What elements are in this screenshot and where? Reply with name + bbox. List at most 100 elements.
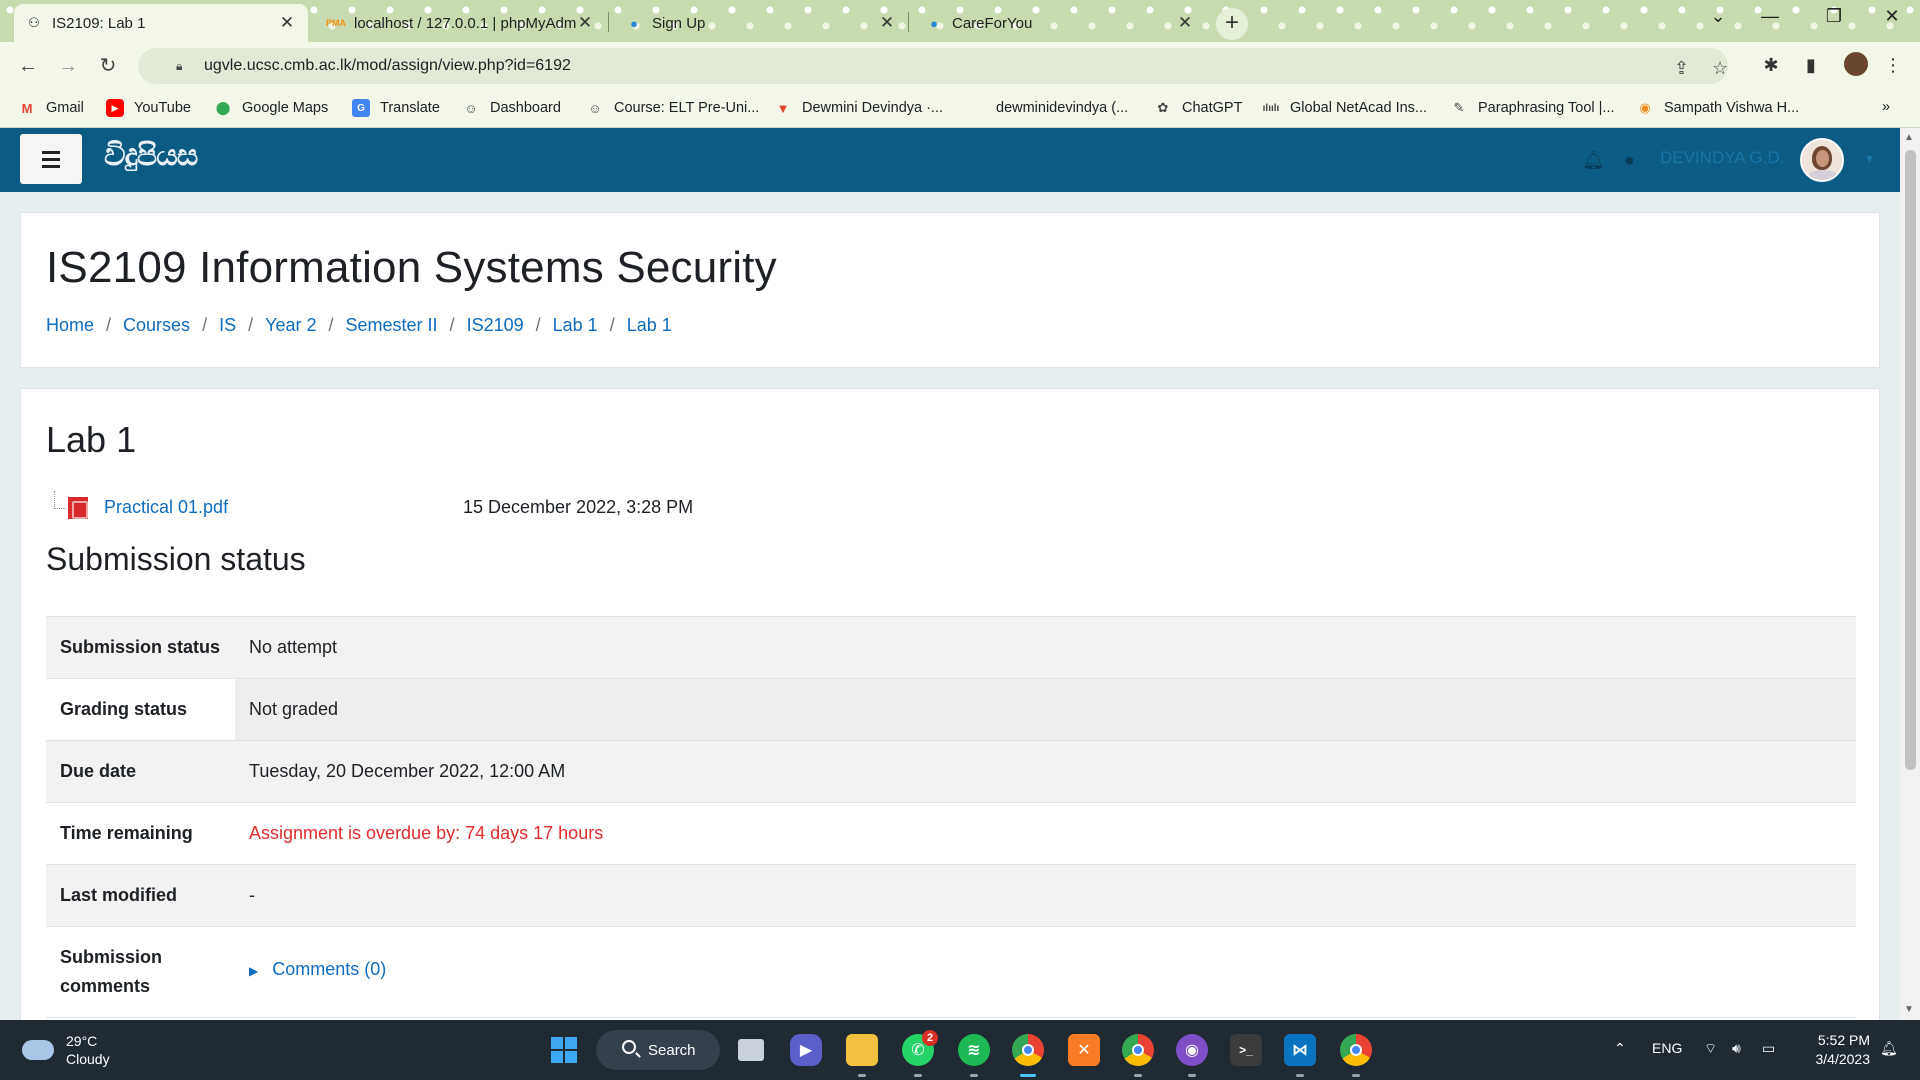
restore-icon[interactable]: ❐ [1812, 6, 1856, 27]
tray-chevron-icon[interactable]: ⌃ [1614, 1040, 1626, 1057]
scroll-down-icon[interactable]: ▼ [1904, 1004, 1914, 1015]
close-tab-icon[interactable]: ✕ [576, 13, 594, 33]
address-bar[interactable]: 🔒︎ ugvle.ucsc.cmb.ac.lk/mod/assign/view.… [138, 48, 1728, 84]
minimize-icon[interactable]: — [1748, 6, 1792, 27]
user-name[interactable]: DEVINDYA G.D. [1660, 148, 1784, 168]
github-desktop-icon[interactable]: ◉ [1176, 1034, 1208, 1066]
bookmark-elt-course[interactable]: ☺ Course: ELT Pre-Uni... [586, 99, 759, 117]
tab-divider [908, 12, 909, 32]
chrome-menu-icon[interactable]: ⋮ [1880, 52, 1906, 78]
side-panel-icon[interactable]: ▮ [1798, 52, 1824, 78]
bookmark-gmail[interactable]: M Gmail [18, 99, 84, 117]
bookmark-paraphrasing[interactable]: ✎ Paraphrasing Tool |... [1450, 99, 1615, 117]
bookmark-star-icon[interactable]: ☆ [1712, 58, 1728, 79]
battery-icon[interactable]: ▭ [1762, 1040, 1775, 1057]
scroll-thumb[interactable] [1905, 150, 1916, 770]
browser-tab[interactable]: ● Sign Up ✕ [614, 4, 908, 42]
expand-triangle-icon[interactable]: ▶ [249, 964, 258, 978]
hamburger-menu-icon[interactable] [20, 134, 82, 184]
row-value: - [249, 885, 255, 905]
tab-title: Sign Up [652, 14, 706, 32]
comments-toggle[interactable]: ▶ Comments (0) [249, 959, 386, 979]
breadcrumb-section[interactable]: Lab 1 [553, 315, 598, 336]
taskbar-search[interactable]: Search [596, 1030, 720, 1070]
phpmyadmin-favicon-icon: PMA [326, 18, 346, 28]
attachment-link[interactable]: Practical 01.pdf [104, 497, 228, 518]
bookmark-translate[interactable]: G Translate [352, 99, 440, 117]
user-avatar[interactable] [1800, 138, 1844, 182]
bookmark-label: Sampath Vishwa H... [1664, 100, 1800, 116]
bookmark-gitlab[interactable]: ▼ Dewmini Devindya ·... [774, 99, 943, 117]
tree-connector [54, 491, 66, 509]
url-text[interactable]: ugvle.ucsc.cmb.ac.lk/mod/assign/view.php… [204, 57, 571, 75]
wifi-icon[interactable]: ⌔ [1704, 1040, 1717, 1058]
back-icon[interactable]: ← [14, 52, 42, 80]
language-indicator[interactable]: ENG [1652, 1040, 1682, 1056]
bookmark-sampath[interactable]: ◉ Sampath Vishwa H... [1636, 99, 1799, 117]
lock-icon[interactable]: 🔒︎ [176, 59, 186, 74]
notification-center-icon[interactable]: 🔔︎ [1880, 1040, 1898, 1057]
file-explorer-icon[interactable] [846, 1034, 878, 1066]
teams-chat-icon[interactable]: ▶ [790, 1034, 822, 1066]
clock-date: 3/4/2023 [1815, 1051, 1871, 1067]
browser-tabstrip: ⚇ IS2109: Lab 1 ✕ PMA localhost / 127.0.… [0, 0, 1920, 42]
close-window-icon[interactable]: ✕ [1870, 6, 1914, 27]
forward-icon[interactable]: → [54, 52, 82, 80]
browser-tab[interactable]: ● CareForYou ✕ [914, 4, 1206, 42]
pdf-icon [68, 497, 88, 519]
whatsapp-icon[interactable]: ✆ 2 [902, 1030, 938, 1066]
bookmark-label: Course: ELT Pre-Uni... [614, 100, 760, 116]
user-menu-caret-icon[interactable]: ▾ [1866, 150, 1873, 167]
breadcrumb-semester[interactable]: Semester II [346, 315, 438, 336]
weather-widget[interactable]: 29°C Cloudy [22, 1032, 110, 1068]
table-row: Time remaining Assignment is overdue by:… [46, 803, 1856, 865]
chrome-alt-icon[interactable] [1340, 1034, 1372, 1066]
bookmark-chatgpt[interactable]: ✿ ChatGPT [1154, 99, 1243, 117]
breadcrumb-year[interactable]: Year 2 [265, 315, 316, 336]
vscode-icon[interactable]: ⋈ [1284, 1034, 1316, 1066]
volume-icon[interactable]: 🔊︎ [1732, 1040, 1741, 1057]
close-tab-icon[interactable]: ✕ [278, 13, 296, 33]
search-icon [622, 1040, 636, 1054]
task-view-icon[interactable] [738, 1039, 764, 1061]
breadcrumb-courses[interactable]: Courses [123, 315, 190, 336]
bookmark-label: dewminidevindya (... [996, 100, 1129, 116]
extensions-icon[interactable]: ✱ [1758, 52, 1784, 78]
more-bookmarks-button[interactable]: » [1882, 99, 1890, 115]
comments-label[interactable]: Comments (0) [272, 959, 386, 979]
reload-icon[interactable]: ↻ [94, 52, 122, 80]
new-tab-button[interactable]: + [1216, 8, 1248, 40]
close-tab-icon[interactable]: ✕ [1176, 13, 1194, 33]
chrome-profile-icon[interactable] [1122, 1034, 1154, 1066]
assignment-title: Lab 1 [46, 419, 137, 460]
browser-toolbar: ← → ↻ 🔒︎ ugvle.ucsc.cmb.ac.lk/mod/assign… [0, 42, 1920, 90]
breadcrumb-home[interactable]: Home [46, 315, 94, 336]
tab-title: localhost / 127.0.0.1 | phpMyAdm [354, 14, 576, 32]
site-logo[interactable]: විදුපියස [104, 138, 224, 182]
browser-tab[interactable]: PMA localhost / 127.0.0.1 | phpMyAdm ✕ [316, 4, 606, 42]
tab-search-chevron-icon[interactable]: ⌄ [1696, 6, 1740, 27]
xampp-icon[interactable]: ✕ [1068, 1034, 1100, 1066]
page-scrollbar[interactable]: ▲ ▼ [1900, 128, 1920, 1020]
bookmark-youtube[interactable]: ▶ YouTube [106, 99, 191, 117]
scroll-up-icon[interactable]: ▲ [1904, 132, 1914, 143]
breadcrumb-activity[interactable]: Lab 1 [627, 315, 672, 336]
close-tab-icon[interactable]: ✕ [878, 13, 896, 33]
system-clock[interactable]: 5:52 PM 3/4/2023 [1804, 1031, 1871, 1069]
chrome-profile-avatar[interactable] [1842, 50, 1870, 78]
breadcrumb-is[interactable]: IS [219, 315, 236, 336]
breadcrumb-course[interactable]: IS2109 [467, 315, 524, 336]
share-icon[interactable]: ⇪ [1674, 58, 1689, 79]
windows-start-icon[interactable] [548, 1034, 580, 1066]
bookmark-netacad[interactable]: ılıılı Global NetAcad Ins... [1262, 99, 1427, 117]
spotify-icon[interactable]: ≋ [958, 1034, 990, 1066]
terminal-icon[interactable]: >_ [1230, 1034, 1262, 1066]
bookmark-google-maps[interactable]: ⬤ Google Maps [214, 99, 329, 117]
bookmark-dashboard[interactable]: ☺ Dashboard [462, 99, 561, 117]
bookmark-github[interactable]: dewminidevindya (... [968, 99, 1128, 117]
notifications-bell-icon[interactable]: 🔔︎ [1582, 150, 1605, 171]
messages-chat-icon[interactable]: ● [1624, 150, 1635, 171]
row-value: ▶ Comments (0) [235, 927, 1856, 1017]
browser-tab-active[interactable]: ⚇ IS2109: Lab 1 ✕ [14, 4, 308, 42]
chrome-icon[interactable] [1012, 1034, 1044, 1066]
